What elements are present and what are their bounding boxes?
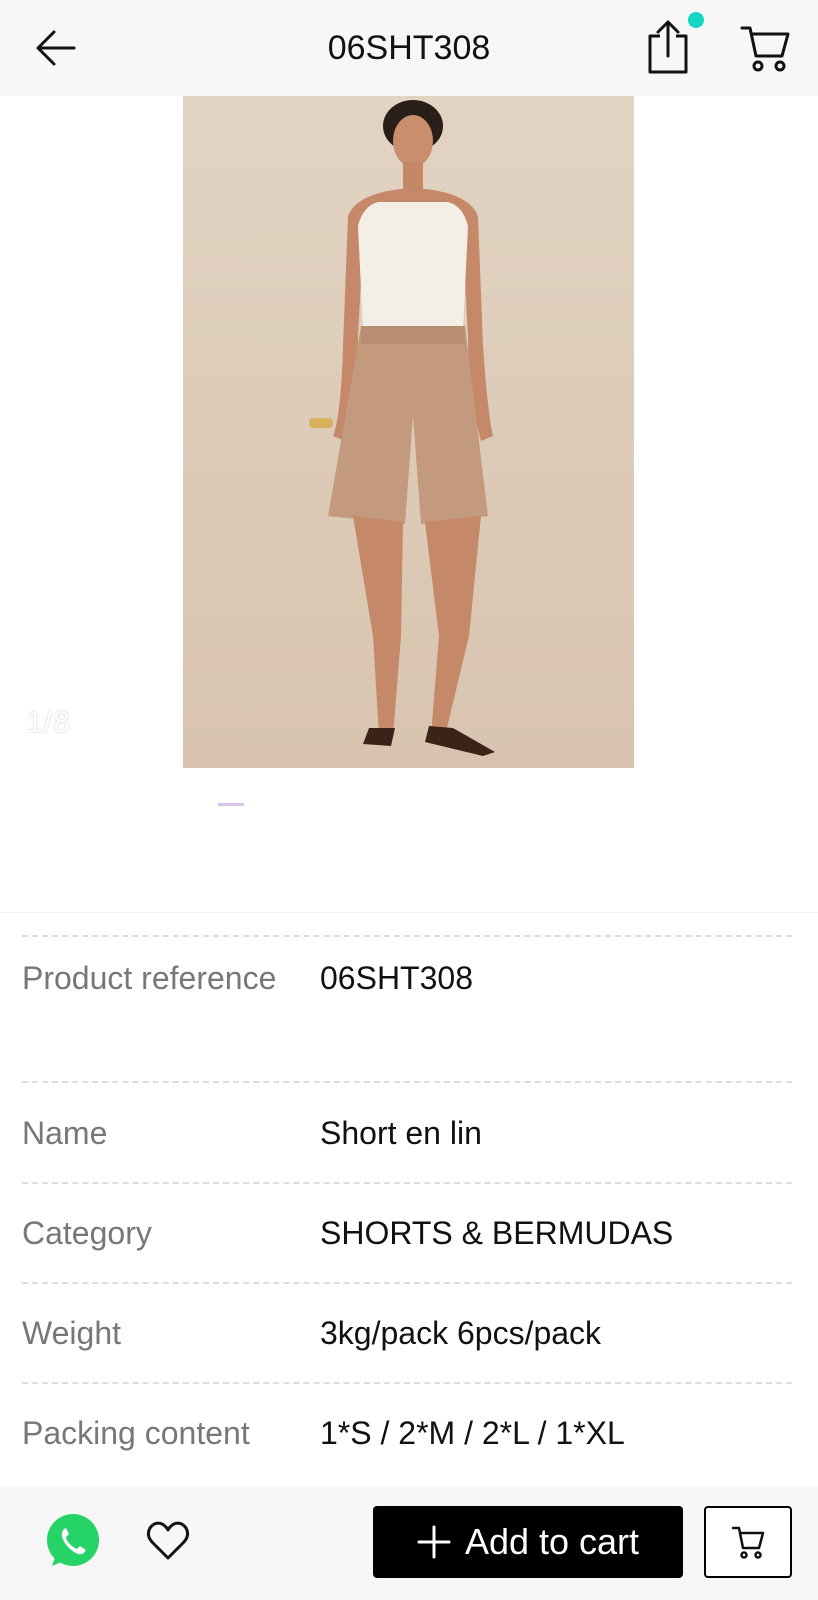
spec-value: 1*S / 2*M / 2*L / 1*XL [320, 1415, 625, 1451]
add-to-cart-button[interactable]: Add to cart [373, 1506, 683, 1578]
section-divider [0, 912, 818, 913]
bottom-action-bar: Add to cart [0, 1486, 818, 1600]
spec-row: Weight 3kg/pack 6pcs/pack [22, 1282, 792, 1382]
spec-label: Packing content [22, 1415, 250, 1451]
heart-icon [146, 1521, 190, 1560]
product-specs: Product reference 06SHT308 Name Short en… [22, 935, 792, 1482]
cart-button[interactable] [738, 20, 790, 76]
notification-dot [688, 12, 704, 28]
product-image[interactable] [183, 96, 634, 768]
spec-label: Category [22, 1215, 152, 1251]
spec-label: Weight [22, 1315, 122, 1351]
image-pager: 1/8 [26, 706, 71, 739]
top-app-bar: 06SHT308 [0, 0, 818, 96]
cart-icon [731, 1526, 765, 1559]
spec-label: Product reference [22, 960, 277, 996]
back-arrow-icon [36, 30, 76, 66]
spec-value: SHORTS & BERMUDAS [320, 1215, 674, 1251]
spec-value: Short en lin [320, 1115, 482, 1151]
spec-label: Name [22, 1115, 108, 1151]
cart-icon [740, 26, 790, 72]
spec-value: 06SHT308 [320, 960, 473, 996]
share-icon [648, 20, 688, 74]
product-gallery[interactable]: 1/8 [0, 96, 818, 914]
thumbnail-indicator [218, 803, 244, 806]
spec-row: Packing content 1*S / 2*M / 2*L / 1*XL [22, 1382, 792, 1482]
share-button[interactable] [640, 16, 696, 76]
whatsapp-icon [47, 1514, 99, 1566]
spec-value: 3kg/pack 6pcs/pack [320, 1315, 602, 1351]
favorite-button[interactable] [144, 1516, 192, 1564]
spec-row: Category SHORTS & BERMUDAS [22, 1182, 792, 1282]
add-to-cart-label: Add to cart [464, 1521, 640, 1562]
quick-cart-button[interactable] [704, 1506, 792, 1578]
plus-icon [417, 1525, 451, 1559]
whatsapp-button[interactable] [44, 1512, 102, 1570]
spec-row: Product reference 06SHT308 [22, 935, 792, 1081]
spec-row: Name Short en lin [22, 1081, 792, 1182]
back-button[interactable] [28, 24, 84, 72]
